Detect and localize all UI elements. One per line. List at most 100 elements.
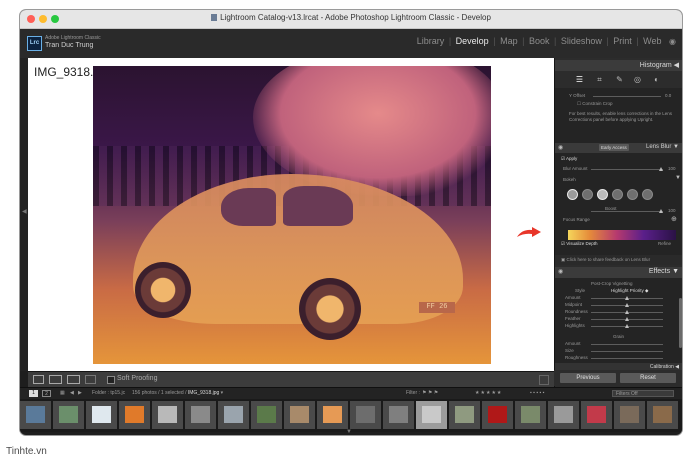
crop-icon[interactable]: ⌗ <box>595 75 604 84</box>
early-access-badge: Early Access <box>599 144 629 151</box>
before-after-split-icon[interactable] <box>67 375 80 384</box>
toolbar-menu-icon[interactable] <box>539 375 549 385</box>
filmstrip-thumbnail[interactable] <box>647 401 678 429</box>
left-panel-collapsed[interactable]: ◀ <box>20 58 28 371</box>
boost-knob[interactable] <box>659 209 663 213</box>
module-library[interactable]: Library <box>417 36 445 46</box>
apply-checkbox[interactable]: ☑ Apply <box>561 156 577 162</box>
boost-slider[interactable] <box>591 211 663 212</box>
vignette-amount-knob[interactable] <box>625 296 629 300</box>
filmstrip-thumbnail[interactable] <box>53 401 84 429</box>
bokeh-ring-option[interactable] <box>612 189 623 200</box>
grain-size-slider[interactable] <box>591 351 663 352</box>
soft-proofing-checkbox[interactable] <box>107 376 115 384</box>
blur-amount-slider[interactable] <box>591 169 663 170</box>
module-develop[interactable]: Develop <box>456 36 489 46</box>
page-2-button[interactable]: 2 <box>42 390 51 397</box>
masking-icon[interactable]: ◐ <box>652 75 661 84</box>
filmstrip-thumbnail[interactable] <box>251 401 282 429</box>
selected-filename[interactable]: IMG_9318.jpg <box>188 390 219 396</box>
before-after-view-icon[interactable] <box>49 375 62 384</box>
bokeh-circle-option[interactable] <box>567 189 578 200</box>
filmstrip-thumbnail[interactable] <box>20 401 51 429</box>
post-crop-label: Post-Crop Vignetting <box>591 281 633 286</box>
filmstrip-thumbnail[interactable] <box>548 401 579 429</box>
vignette-midpoint-knob[interactable] <box>625 303 629 307</box>
folder-label[interactable]: Folder : tp15.jc <box>92 390 125 396</box>
y-offset-slider[interactable] <box>593 96 661 97</box>
bokeh-cat-eye-option[interactable] <box>627 189 638 200</box>
filmstrip-thumbnail[interactable] <box>449 401 480 429</box>
module-more-icon[interactable]: ◉ <box>669 37 676 46</box>
module-web[interactable]: Web <box>643 36 661 46</box>
filmstrip-thumbnail[interactable] <box>317 401 348 429</box>
effects-visibility-icon[interactable]: ◉ <box>558 268 563 275</box>
blur-amount-knob[interactable] <box>659 167 663 171</box>
image-canvas[interactable]: IMG_9318.jpg FF 26 <box>28 58 554 371</box>
left-panel-toggle-icon[interactable]: ◀ <box>22 208 27 215</box>
histogram-header[interactable]: Histogram ◀ <box>555 60 682 71</box>
edit-sliders-icon[interactable]: ☰ <box>575 75 584 84</box>
grain-roughness-label: Roughness <box>565 355 588 360</box>
filmstrip-thumbnail[interactable] <box>119 401 150 429</box>
lens-blur-visibility-icon[interactable]: ◉ <box>558 144 563 151</box>
module-slideshow[interactable]: Slideshow <box>561 36 602 46</box>
refine-label[interactable]: Refine <box>658 241 671 246</box>
filmstrip-thumbnail[interactable] <box>515 401 546 429</box>
bokeh-extra-option[interactable] <box>642 189 653 200</box>
filmstrip-thumbnail[interactable] <box>614 401 645 429</box>
page-1-button[interactable]: 1 <box>29 390 38 397</box>
before-after-swap-icon[interactable] <box>85 375 96 384</box>
focus-range-target-icon[interactable]: ⊕ <box>671 215 677 223</box>
back-arrow-icon[interactable]: ◀ <box>70 390 74 396</box>
previous-button[interactable]: Previous <box>560 373 616 383</box>
module-print[interactable]: Print <box>613 36 632 46</box>
filmstrip-thumbnail[interactable] <box>581 401 612 429</box>
effects-header[interactable]: ◉ Effects ▼ <box>555 267 682 278</box>
right-panel-scrollbar[interactable] <box>679 298 682 348</box>
vignette-amount-label: Amount <box>565 295 581 300</box>
filmstrip-thumbnail[interactable] <box>86 401 117 429</box>
vignette-feather-knob[interactable] <box>625 317 629 321</box>
red-eye-icon[interactable]: ◎ <box>633 75 642 84</box>
module-book[interactable]: Book <box>529 36 550 46</box>
photo-preview[interactable]: FF 26 <box>93 66 491 364</box>
healing-icon[interactable]: ✎ <box>615 75 624 84</box>
filmstrip-thumbnail[interactable] <box>152 401 183 429</box>
grain-amount-slider[interactable] <box>591 344 663 345</box>
module-separator: | <box>606 36 609 46</box>
module-map[interactable]: Map <box>500 36 518 46</box>
bokeh-5-blade-option[interactable] <box>597 189 608 200</box>
vignette-roundness-knob[interactable] <box>625 310 629 314</box>
filmstrip-thumbnail-selected[interactable] <box>416 401 447 429</box>
lens-blur-feedback-row[interactable]: ▣ Click here to share feedback on Lens B… <box>555 255 682 265</box>
filters-dropdown[interactable]: Filters Off <box>612 390 674 397</box>
filmstrip-thumbnail[interactable] <box>284 401 315 429</box>
flag-filter-icons[interactable]: ⚑ ⚑ ⚑ <box>422 390 438 396</box>
bokeh-menu-icon[interactable]: ▼ <box>675 175 681 181</box>
develop-toolbar: Soft Proofing <box>28 371 554 388</box>
feedback-link[interactable]: ▣ Click here to share feedback on Lens B… <box>561 257 650 263</box>
reset-button[interactable]: Reset <box>620 373 676 383</box>
visualize-depth-checkbox[interactable]: ☑ Visualize Depth <box>561 241 597 247</box>
constrain-crop-checkbox[interactable]: ☐ Constrain Crop <box>577 101 613 107</box>
filmstrip-toggle-icon[interactable]: ▼ <box>346 429 352 435</box>
forward-arrow-icon[interactable]: ▶ <box>78 390 82 396</box>
loupe-view-icon[interactable] <box>33 375 44 384</box>
filmstrip-thumbnail[interactable] <box>350 401 381 429</box>
color-label-filter[interactable]: ▪ ▪ ▪ ▪ ▪ <box>530 390 544 396</box>
focus-range-depth-map[interactable] <box>568 230 676 240</box>
filmstrip[interactable] <box>20 399 682 432</box>
bokeh-bubble-option[interactable] <box>582 189 593 200</box>
filmstrip-thumbnail[interactable] <box>218 401 249 429</box>
lens-blur-header[interactable]: ◉ Early Access Lens Blur ▼ <box>555 143 682 153</box>
photo-license-plate: FF 26 <box>419 302 455 313</box>
filmstrip-thumbnail[interactable] <box>383 401 414 429</box>
filmstrip-thumbnail[interactable] <box>185 401 216 429</box>
grid-view-icon[interactable]: ▦ <box>60 390 65 396</box>
grain-roughness-slider[interactable] <box>591 358 663 359</box>
filmstrip-thumbnail[interactable] <box>482 401 513 429</box>
style-dropdown[interactable]: Highlight Priority ◆ <box>611 288 648 294</box>
vignette-highlights-knob[interactable] <box>625 324 629 328</box>
rating-filter-stars[interactable]: ★★★★★ <box>475 390 502 396</box>
